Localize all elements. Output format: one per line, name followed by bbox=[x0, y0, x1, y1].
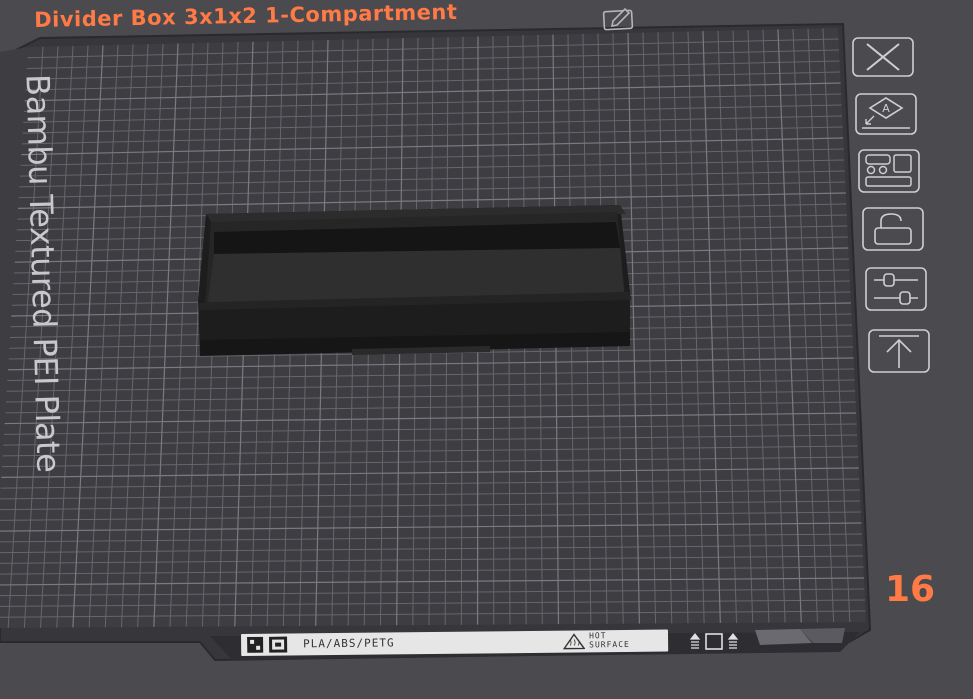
plate-label-strip: PLA/ABS/PETG HOT SURFACE bbox=[241, 629, 669, 656]
plate-settings-icon[interactable] bbox=[864, 266, 928, 312]
arrange-icon[interactable] bbox=[857, 148, 921, 194]
plate-type-icon bbox=[247, 636, 288, 653]
edit-name-icon[interactable] bbox=[601, 4, 637, 32]
move-to-top-icon[interactable] bbox=[867, 328, 931, 374]
build-plate[interactable] bbox=[0, 0, 973, 699]
plate-number: 16 bbox=[885, 569, 936, 610]
hot-surface-warning-text: HOT SURFACE bbox=[588, 631, 630, 650]
material-compatibility-text: PLA/ABS/PETG bbox=[303, 636, 395, 651]
plate-toolbar: A bbox=[845, 30, 935, 390]
svg-text:A: A bbox=[882, 102, 890, 115]
hot-surface-warning-icon bbox=[563, 633, 586, 650]
3d-viewport[interactable]: Divider Box 3x1x2 1-Compartment Bambu Te… bbox=[0, 0, 973, 699]
plate-side-icons bbox=[689, 633, 739, 650]
plate-brand-text: Bambu Textured PEI Plate bbox=[18, 73, 68, 473]
auto-orient-icon[interactable]: A bbox=[854, 92, 918, 138]
close-icon[interactable] bbox=[851, 34, 915, 80]
unlock-icon[interactable] bbox=[861, 206, 925, 252]
model-divider-box[interactable] bbox=[198, 205, 631, 356]
